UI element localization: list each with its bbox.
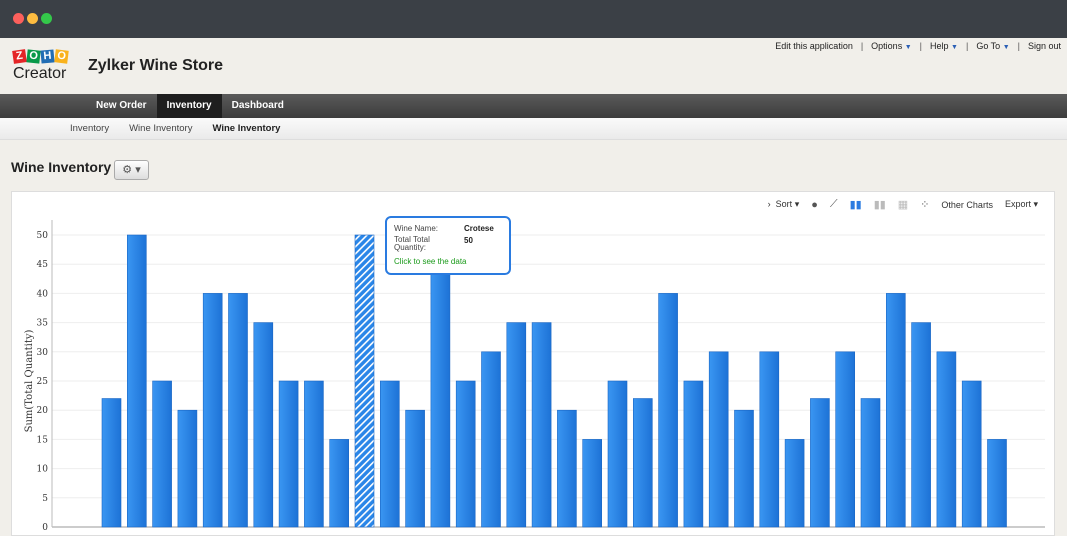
bar[interactable] [329, 439, 350, 528]
bar[interactable] [885, 293, 906, 528]
bar[interactable] [607, 380, 628, 528]
bar[interactable] [101, 398, 122, 528]
bar[interactable] [278, 380, 299, 528]
bar[interactable] [202, 293, 223, 528]
bar[interactable] [683, 380, 704, 528]
y-tick-label: 10 [37, 465, 49, 475]
bar[interactable] [708, 351, 729, 528]
bar[interactable] [228, 293, 248, 528]
bar[interactable] [430, 263, 451, 528]
y-tick-label: 15 [37, 435, 49, 445]
tooltip-name-label: Wine Name: [394, 224, 439, 233]
tooltip-qty-label: Total Total Quantity: [394, 235, 430, 252]
tooltip-name-value: Crotese [464, 224, 494, 233]
bar-chart: 0 5 10 15 20 25 30 35 40 45 50 Sum(Total Quantity) [24, 220, 1045, 531]
bar[interactable] [632, 398, 653, 528]
y-tick-label: 35 [37, 319, 49, 329]
bar[interactable] [658, 293, 678, 528]
bar[interactable] [784, 439, 805, 528]
bar[interactable] [961, 380, 982, 528]
bar[interactable] [531, 322, 552, 528]
y-tick-label: 0 [42, 523, 48, 531]
bar[interactable] [177, 409, 198, 528]
y-tick-label: 40 [37, 289, 49, 299]
y-tick-label: 50 [37, 231, 49, 241]
bar[interactable] [987, 439, 1007, 528]
y-tick-label: 20 [37, 406, 49, 416]
tooltip-qty-value: 50 [464, 236, 473, 245]
bar[interactable] [911, 322, 931, 528]
bar[interactable] [455, 380, 476, 528]
bar[interactable] [405, 409, 425, 528]
bar[interactable] [734, 409, 754, 528]
y-axis-label: Sum(Total Quantity) [24, 330, 35, 433]
bar[interactable] [379, 380, 400, 528]
y-tick-label: 5 [42, 494, 48, 504]
bar[interactable] [481, 351, 501, 528]
bar[interactable] [810, 398, 830, 528]
bar[interactable] [557, 409, 577, 528]
y-tick-label: 45 [37, 260, 49, 270]
bar[interactable] [152, 380, 172, 528]
bar[interactable] [582, 439, 603, 528]
bar[interactable] [759, 351, 780, 528]
bar[interactable] [936, 351, 957, 528]
y-tick-label: 30 [37, 348, 49, 358]
bar[interactable] [354, 234, 375, 528]
bar[interactable] [506, 322, 527, 528]
bar[interactable] [860, 398, 881, 528]
bar[interactable] [253, 322, 274, 528]
tooltip-data-link[interactable]: Click to see the data [394, 257, 502, 266]
bar[interactable] [835, 351, 856, 528]
bar[interactable] [304, 380, 324, 528]
chart-tooltip: Wine Name: Crotese Total Total Quantity: 5… [385, 216, 511, 275]
bar[interactable] [127, 234, 147, 528]
y-tick-label: 25 [37, 377, 49, 387]
